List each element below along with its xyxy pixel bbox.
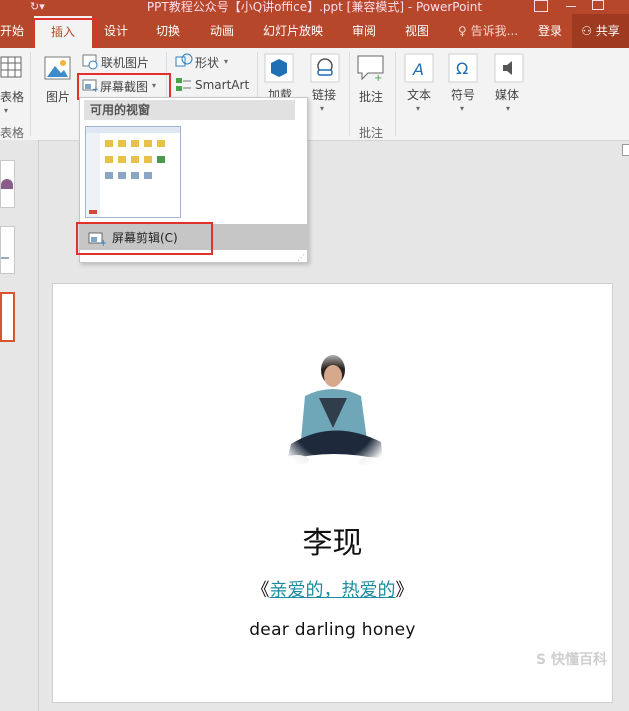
slide-subtitle[interactable]: dear darling honey	[53, 620, 612, 640]
tab-review[interactable]: 审阅	[352, 14, 376, 48]
resize-grip-icon[interactable]: ⋰	[297, 253, 305, 262]
text-label[interactable]: 文本	[407, 86, 431, 103]
redo-icon[interactable]: ↻▾	[30, 0, 45, 13]
tab-animations[interactable]: 动画	[210, 14, 234, 48]
tab-view[interactable]: 视图	[405, 14, 429, 48]
collapse-ribbon-icon[interactable]	[622, 144, 629, 156]
group-label-tables: 表格	[0, 126, 25, 140]
group-separator	[349, 52, 350, 136]
slide-thumbnail[interactable]	[0, 160, 15, 208]
link-dropdown-arrow[interactable]: ▾	[320, 104, 324, 113]
minimize-icon[interactable]	[566, 6, 576, 7]
svg-text:A: A	[412, 60, 424, 79]
tab-transitions[interactable]: 切换	[156, 14, 180, 48]
maximize-icon[interactable]	[592, 0, 604, 10]
symbol-label[interactable]: 符号	[451, 86, 475, 103]
slide-title[interactable]: 李现	[53, 518, 612, 562]
picture-icon[interactable]	[44, 54, 72, 82]
screen-clipping-highlight	[76, 222, 213, 255]
shapes-icon[interactable]	[175, 53, 193, 69]
shapes-dropdown-arrow[interactable]: ▾	[224, 57, 228, 66]
online-picture-label[interactable]: 联机图片	[101, 54, 149, 71]
group-separator	[395, 52, 396, 136]
insert-tab-highlight	[33, 18, 97, 52]
svg-text:+: +	[374, 73, 382, 82]
symbol-icon[interactable]: Ω	[448, 53, 478, 83]
picture-button-label[interactable]: 图片	[46, 88, 70, 105]
lightbulb-icon: ♀	[458, 24, 467, 38]
song-bracket-close: 》	[395, 580, 414, 601]
svg-text:Ω: Ω	[456, 59, 468, 78]
group-separator	[30, 52, 31, 136]
text-icon[interactable]: A	[404, 53, 434, 83]
tell-me-search[interactable]: ♀ 告诉我...	[458, 14, 518, 48]
restore-ribbon-icon[interactable]	[534, 0, 548, 12]
online-picture-icon[interactable]	[82, 54, 98, 70]
tab-slideshow[interactable]: 幻灯片放映	[263, 14, 323, 48]
comment-icon[interactable]: +	[356, 54, 386, 82]
link-icon[interactable]	[310, 53, 340, 83]
shapes-label[interactable]: 形状	[195, 54, 219, 71]
smartart-icon[interactable]	[175, 77, 193, 93]
group-label-comments: 批注	[359, 126, 384, 140]
available-windows-header: 可用的视窗	[84, 100, 295, 120]
comment-label[interactable]: 批注	[359, 88, 383, 105]
tab-design[interactable]: 设计	[104, 14, 128, 48]
table-dropdown-arrow[interactable]: ▾	[4, 106, 8, 115]
link-label[interactable]: 链接	[312, 86, 336, 103]
slide-thumbnail[interactable]	[0, 226, 15, 274]
song-title-link[interactable]: 亲爱的，热爱的	[270, 580, 396, 601]
smartart-label[interactable]: SmartArt	[195, 78, 249, 92]
table-button-label[interactable]: 表格	[0, 88, 24, 105]
media-label[interactable]: 媒体	[495, 86, 519, 103]
symbol-dropdown-arrow[interactable]: ▾	[460, 104, 464, 113]
addins-icon[interactable]	[264, 53, 294, 83]
song-bracket-open: 《	[251, 580, 270, 601]
person-icon: ⚇	[581, 24, 592, 38]
media-dropdown-arrow[interactable]: ▾	[506, 104, 510, 113]
watermark: S 快懂百科	[536, 652, 607, 668]
table-icon[interactable]	[0, 56, 22, 80]
person-photo[interactable]	[271, 348, 397, 478]
window-thumbnail[interactable]	[85, 126, 181, 218]
text-dropdown-arrow[interactable]: ▾	[416, 104, 420, 113]
slide-song-line[interactable]: 《亲爱的，热爱的》	[53, 576, 612, 602]
slide-thumbnail-pane[interactable]	[0, 140, 39, 711]
login-link[interactable]: 登录	[538, 14, 562, 48]
share-button[interactable]: ⚇ 共享	[572, 14, 629, 48]
screenshot-button-highlight	[77, 73, 171, 100]
tab-home[interactable]: 开始	[0, 14, 24, 48]
slide-canvas[interactable]: 李现 《亲爱的，热爱的》 dear darling honey	[52, 283, 613, 703]
media-icon[interactable]	[494, 53, 524, 83]
slide-thumbnail-selected[interactable]	[0, 292, 15, 342]
